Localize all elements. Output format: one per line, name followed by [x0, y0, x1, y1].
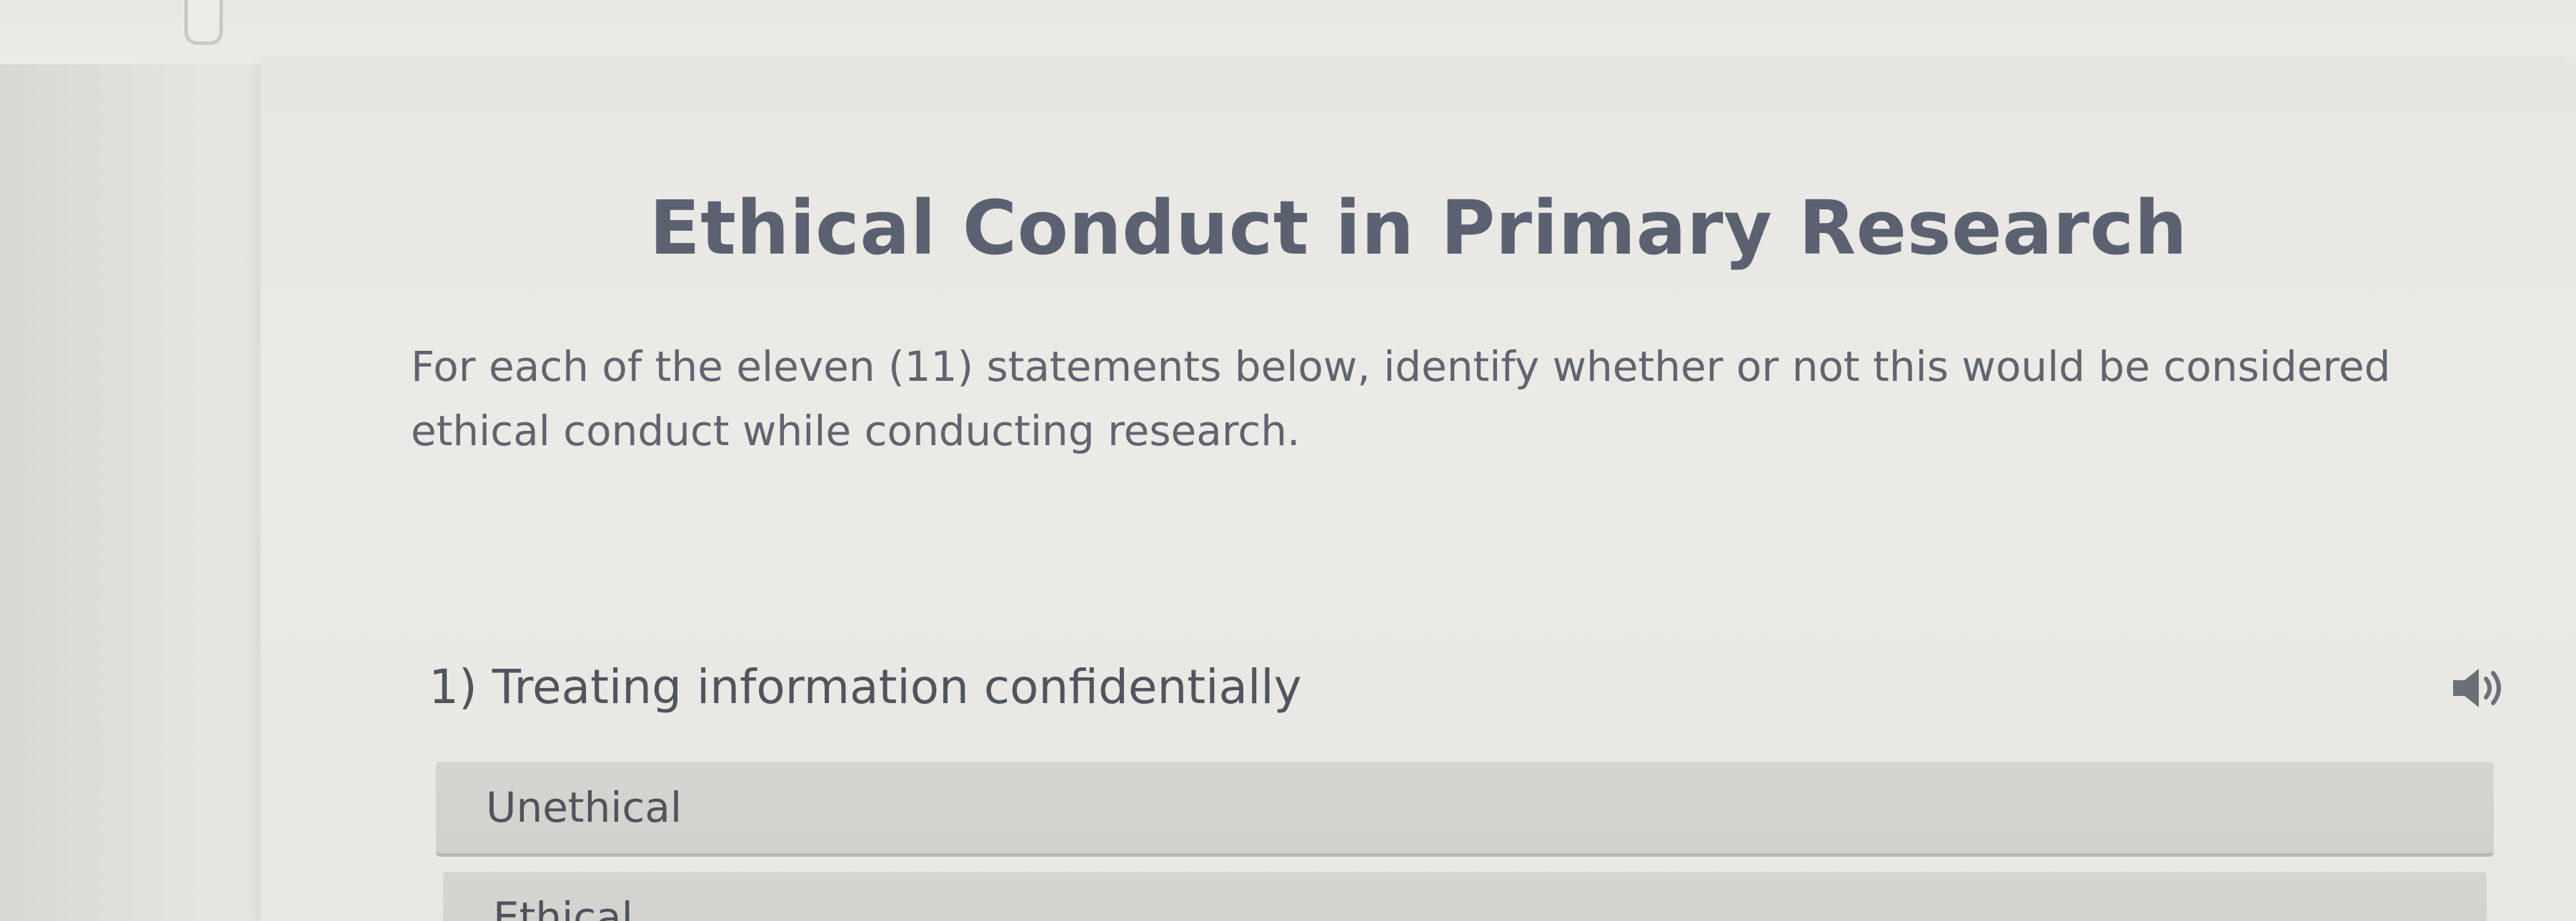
instructions-text: For each of the eleven (11) statements b…: [411, 342, 2391, 455]
answer-option-unethical[interactable]: Unethical: [436, 762, 2494, 857]
top-strip: [0, 0, 2576, 64]
answer-option-label: Ethical: [493, 893, 633, 921]
activity-panel: Ethical Conduct in Primary Research For …: [261, 63, 2576, 921]
collapsed-tab[interactable]: [184, 0, 223, 45]
speaker-icon[interactable]: [2447, 663, 2519, 713]
answer-option-ethical[interactable]: Ethical: [443, 872, 2487, 921]
question-text: 1) Treating information confidentially: [429, 659, 1302, 715]
page-title: Ethical Conduct in Primary Research: [649, 184, 2188, 272]
answer-option-label: Unethical: [486, 783, 682, 832]
